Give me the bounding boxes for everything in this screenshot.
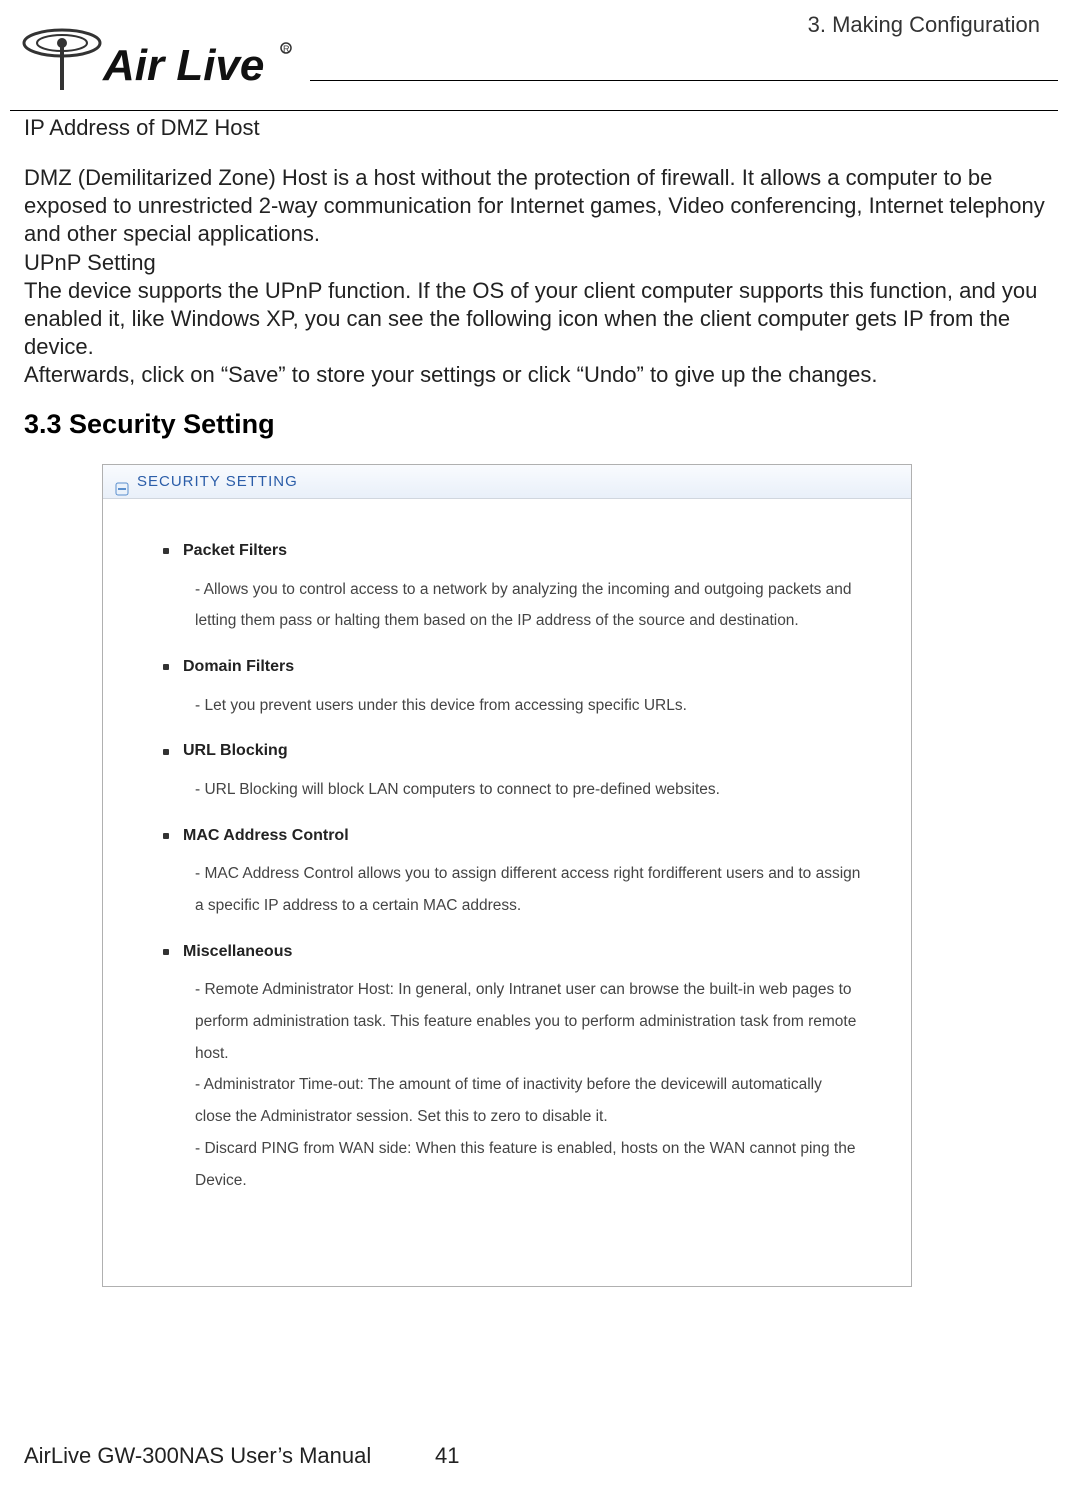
list-item: Domain Filters - Let you prevent users u… xyxy=(163,657,861,721)
main-content: IP Address of DMZ Host DMZ (Demilitarize… xyxy=(24,114,1048,1287)
panel-icon xyxy=(115,475,129,489)
bullet-icon xyxy=(163,949,169,955)
bullet-icon xyxy=(163,833,169,839)
list-item: Miscellaneous - Remote Administrator Hos… xyxy=(163,942,861,1197)
svg-text:R: R xyxy=(283,44,290,54)
dmz-paragraph: DMZ (Demilitarized Zone) Host is a host … xyxy=(24,164,1048,248)
brand-logo: Air Live R xyxy=(18,18,293,101)
feature-list: Packet Filters - Allows you to control a… xyxy=(163,541,861,1196)
svg-text:Air Live: Air Live xyxy=(102,41,264,90)
bullet-icon xyxy=(163,548,169,554)
dmz-heading: IP Address of DMZ Host xyxy=(24,114,1048,142)
footer-page: 41 xyxy=(435,1443,459,1469)
panel-header: SECURITY SETTING xyxy=(103,465,911,499)
feature-title: URL Blocking xyxy=(183,741,288,761)
feature-desc: - URL Blocking will block LAN computers … xyxy=(195,774,861,806)
feature-title: Domain Filters xyxy=(183,657,294,677)
feature-title: MAC Address Control xyxy=(183,826,349,846)
list-item: Packet Filters - Allows you to control a… xyxy=(163,541,861,637)
divider xyxy=(310,80,1058,81)
bullet-icon xyxy=(163,664,169,670)
divider xyxy=(10,110,1058,111)
feature-title: Miscellaneous xyxy=(183,942,292,962)
upnp-paragraph: The device supports the UPnP function. I… xyxy=(24,277,1048,361)
panel-body: Packet Filters - Allows you to control a… xyxy=(103,499,911,1286)
list-item: URL Blocking - URL Blocking will block L… xyxy=(163,741,861,805)
feature-desc: - MAC Address Control allows you to assi… xyxy=(195,858,861,922)
feature-desc: - Remote Administrator Host: In general,… xyxy=(195,974,861,1196)
list-item: MAC Address Control - MAC Address Contro… xyxy=(163,826,861,922)
upnp-heading: UPnP Setting xyxy=(24,249,1048,277)
section-heading: 3.3 Security Setting xyxy=(24,407,1048,442)
security-setting-panel: SECURITY SETTING Packet Filters - Allows… xyxy=(102,464,912,1287)
feature-title: Packet Filters xyxy=(183,541,287,561)
feature-desc: - Allows you to control access to a netw… xyxy=(195,574,861,638)
feature-desc: - Let you prevent users under this devic… xyxy=(195,690,861,722)
chapter-label: 3. Making Configuration xyxy=(808,12,1040,38)
save-note: Afterwards, click on “Save” to store you… xyxy=(24,361,1048,389)
bullet-icon xyxy=(163,749,169,755)
footer-manual: AirLive GW-300NAS User’s Manual xyxy=(24,1443,371,1469)
panel-title: SECURITY SETTING xyxy=(137,472,298,491)
